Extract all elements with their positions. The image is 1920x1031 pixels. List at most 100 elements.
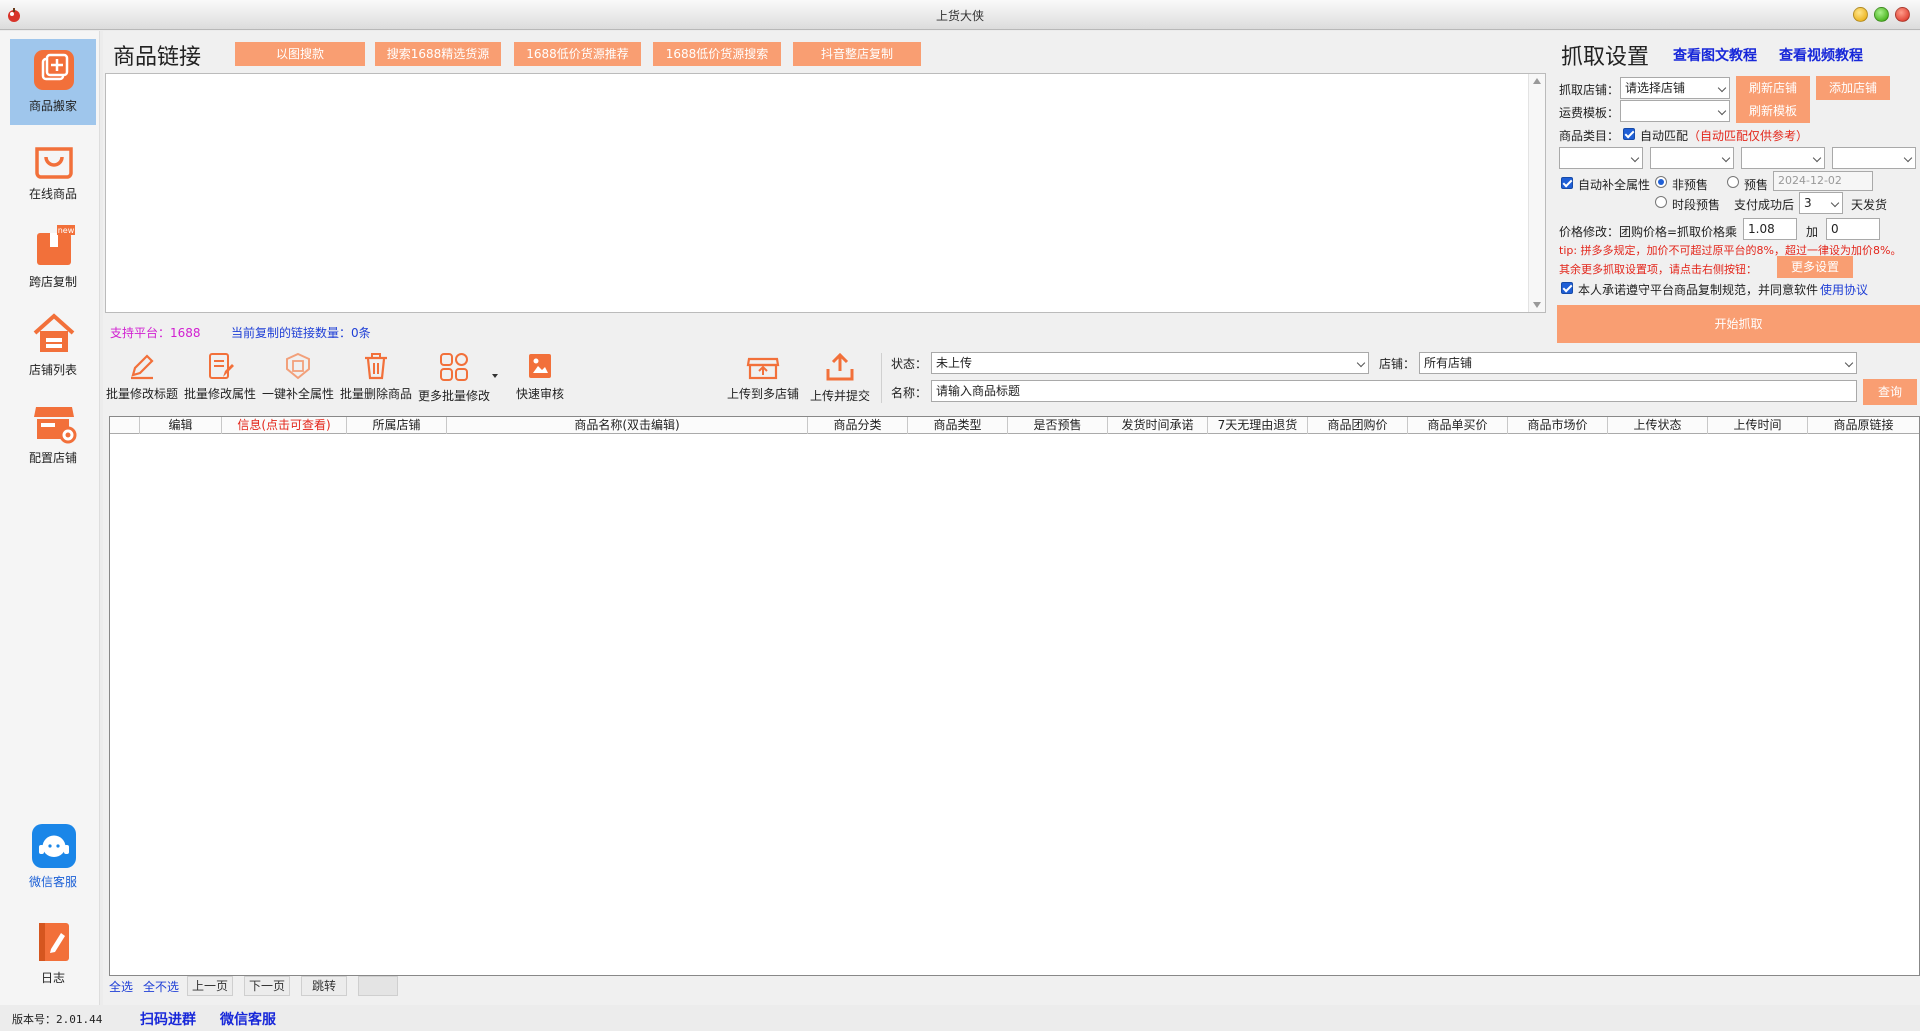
agree-checkbox[interactable]: [1561, 282, 1573, 294]
grab-shop-select[interactable]: 请选择店铺: [1620, 77, 1730, 99]
column-header-original-link[interactable]: 商品原链接: [1808, 417, 1919, 434]
minimize-button[interactable]: [1853, 7, 1868, 22]
column-header-type[interactable]: 商品类型: [908, 417, 1008, 434]
more-settings-button[interactable]: 更多设置: [1777, 256, 1853, 278]
auto-match-checkbox[interactable]: [1623, 128, 1635, 140]
refresh-template-button[interactable]: 刷新模板: [1736, 99, 1810, 123]
price-formula-label: 价格修改：团购价格=抓取价格乘: [1559, 225, 1738, 239]
wechat-service-link[interactable]: 微信客服: [220, 1009, 276, 1029]
search-1688-selected-button[interactable]: 搜索1688精选货源: [375, 42, 501, 66]
auto-fill-attrs-checkbox[interactable]: [1561, 177, 1573, 189]
usage-agreement-link[interactable]: 使用协议: [1820, 281, 1868, 298]
add-shop-button[interactable]: 添加店铺: [1816, 76, 1890, 100]
chevron-down-icon: [1356, 358, 1366, 368]
category-level3-select[interactable]: [1741, 147, 1825, 169]
shop-filter-select[interactable]: 所有店铺: [1419, 352, 1857, 374]
period-presale-radio[interactable]: [1655, 196, 1667, 208]
dropdown-arrow-icon[interactable]: [492, 374, 498, 378]
chevron-down-icon: [1830, 198, 1840, 208]
tool-label: 快速审核: [515, 387, 564, 401]
price-multiplier-input[interactable]: 1.08: [1743, 218, 1797, 240]
period-presale-label: 时段预售: [1672, 198, 1721, 212]
sidebar-item-shop-list[interactable]: 店铺列表: [10, 303, 96, 389]
status-select[interactable]: 未上传: [931, 352, 1369, 374]
prev-page-button[interactable]: 上一页: [187, 976, 233, 996]
close-button[interactable]: [1895, 7, 1910, 22]
category-label: 商品类目：: [1559, 129, 1620, 143]
shop-filter-value: 所有店铺: [1424, 356, 1473, 370]
tool-label: 批量修改属性: [183, 387, 256, 401]
sidebar-item-wechat-service[interactable]: 微信客服: [10, 815, 96, 901]
edit-document-icon: [209, 353, 234, 379]
more-settings-hint: 其余更多抓取设置项，请点击右侧按钮：: [1559, 263, 1757, 276]
ship-days-suffix: 天发货: [1851, 198, 1888, 212]
1688-low-price-search-button[interactable]: 1688低价货源搜索: [653, 42, 781, 66]
next-page-button[interactable]: 下一页: [244, 976, 290, 996]
toolbar-divider: [881, 353, 882, 403]
column-header-shop[interactable]: 所属店铺: [347, 417, 447, 434]
column-header-edit[interactable]: 编辑: [140, 417, 222, 434]
presale-radio[interactable]: [1727, 176, 1739, 188]
name-search-input[interactable]: 请输入商品标题: [931, 380, 1857, 402]
refresh-shop-button[interactable]: 刷新店铺: [1736, 76, 1810, 100]
textarea-scrollbar[interactable]: [1528, 74, 1545, 312]
start-grab-button[interactable]: 开始抓取: [1557, 305, 1920, 343]
tool-label: 批量修改标题: [105, 387, 178, 401]
chevron-down-icon: [1717, 106, 1727, 116]
sidebar-item-online-goods[interactable]: 在线商品: [10, 127, 96, 213]
column-header-info[interactable]: 信息(点击可查看): [222, 417, 347, 434]
video-tutorial-link[interactable]: 查看视频教程: [1779, 45, 1863, 65]
header-checkbox-column[interactable]: [110, 417, 140, 434]
batch-edit-title-tool[interactable]: 批量修改标题: [105, 351, 179, 407]
qr-group-link[interactable]: 扫码进群: [140, 1009, 196, 1029]
upload-multi-shop-tool[interactable]: 上传到多店铺: [723, 351, 803, 407]
page-number-input[interactable]: [358, 976, 398, 996]
batch-edit-attrs-tool[interactable]: 批量修改属性: [183, 351, 257, 407]
goods-table: 编辑 信息(点击可查看) 所属店铺 商品名称(双击编辑) 商品分类 商品类型 是…: [109, 416, 1920, 976]
column-header-7day-return[interactable]: 7天无理由退货: [1208, 417, 1308, 434]
column-header-single-price[interactable]: 商品单买价: [1408, 417, 1508, 434]
upload-submit-tool[interactable]: 上传并提交: [803, 351, 877, 407]
graphic-tutorial-link[interactable]: 查看图文教程: [1673, 45, 1757, 65]
column-header-ship-time[interactable]: 发货时间承诺: [1108, 417, 1208, 434]
price-add-input[interactable]: 0: [1826, 218, 1880, 240]
sidebar-item-config-shop[interactable]: 配置店铺: [10, 391, 96, 477]
category-level4-select[interactable]: [1832, 147, 1916, 169]
category-level1-select[interactable]: [1559, 147, 1643, 169]
1688-low-price-recommend-button[interactable]: 1688低价货源推荐: [514, 42, 641, 66]
batch-delete-tool[interactable]: 批量删除商品: [339, 351, 413, 407]
ship-days-select[interactable]: 3: [1799, 192, 1843, 214]
sidebar-item-log[interactable]: 日志: [10, 911, 96, 997]
query-button[interactable]: 查询: [1863, 379, 1917, 405]
sidebar-item-cross-shop-copy[interactable]: new 跨店复制: [10, 215, 96, 301]
jump-button[interactable]: 跳转: [301, 976, 347, 996]
more-batch-edit-tool[interactable]: 更多批量修改: [417, 351, 491, 407]
freight-template-select[interactable]: [1620, 100, 1730, 122]
column-header-category[interactable]: 商品分类: [808, 417, 908, 434]
presale-date-input[interactable]: 2024-12-02: [1773, 171, 1873, 191]
auto-fill-attrs-tool[interactable]: 一键补全属性: [261, 351, 335, 407]
column-header-upload-time[interactable]: 上传时间: [1708, 417, 1808, 434]
column-header-market-price[interactable]: 商品市场价: [1508, 417, 1608, 434]
image-search-button[interactable]: 以图搜款: [235, 42, 365, 66]
column-header-group-price[interactable]: 商品团购价: [1308, 417, 1408, 434]
sidebar-item-move-goods[interactable]: 商品搬家: [10, 39, 96, 125]
sidebar-item-label: 跨店复制: [28, 275, 77, 289]
select-none-link[interactable]: 全不选: [143, 978, 179, 995]
column-header-presale[interactable]: 是否预售: [1008, 417, 1108, 434]
column-header-product-name[interactable]: 商品名称(双击编辑): [447, 417, 808, 434]
move-goods-icon: [34, 50, 74, 90]
non-presale-radio[interactable]: [1655, 176, 1667, 188]
category-level2-select[interactable]: [1650, 147, 1734, 169]
scroll-up-icon[interactable]: [1533, 78, 1541, 84]
column-header-upload-status[interactable]: 上传状态: [1608, 417, 1708, 434]
product-links-textarea[interactable]: [105, 73, 1546, 313]
quick-review-tool[interactable]: 快速审核: [503, 351, 577, 407]
douyin-shop-copy-button[interactable]: 抖音整店复制: [793, 42, 921, 66]
sidebar-item-label: 店铺列表: [28, 363, 77, 377]
maximize-button[interactable]: [1874, 7, 1889, 22]
price-add-label: 加: [1806, 225, 1819, 239]
trash-icon: [365, 353, 387, 380]
select-all-link[interactable]: 全选: [109, 978, 133, 995]
scroll-down-icon[interactable]: [1533, 302, 1541, 308]
